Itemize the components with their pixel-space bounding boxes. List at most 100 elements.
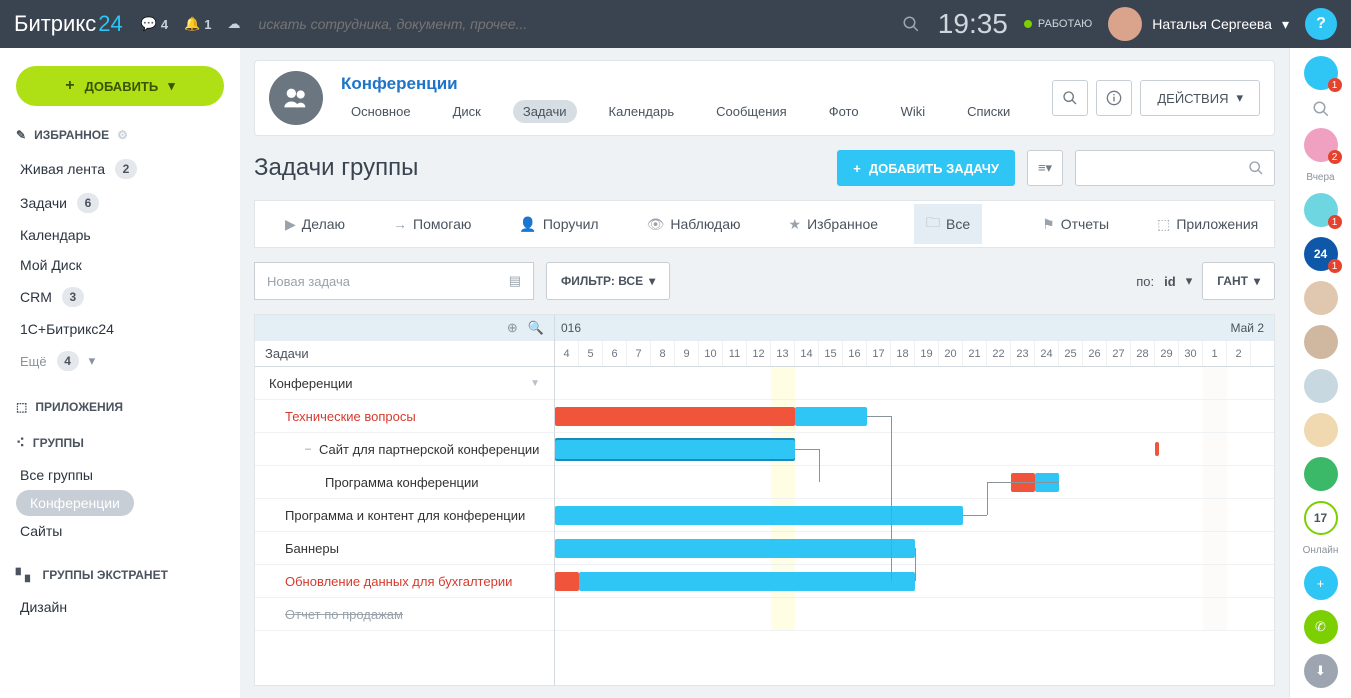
gantt-task-row[interactable]: Отчет по продажам: [255, 598, 554, 631]
search-icon[interactable]: [902, 15, 920, 33]
task-tab-icon: →: [393, 216, 407, 232]
filter-button[interactable]: ФИЛЬТР: ВСЕ▾: [546, 262, 670, 300]
rail-more-icon[interactable]: [1304, 457, 1338, 491]
nav-more[interactable]: Ещё 4 ▾: [16, 344, 224, 378]
group-tab[interactable]: Задачи: [513, 100, 577, 123]
sort-button[interactable]: ≡▾: [1027, 150, 1063, 186]
gantt-body[interactable]: [555, 367, 1274, 631]
rail-contact[interactable]: [1304, 369, 1338, 403]
logo[interactable]: Битрикс 24: [14, 11, 123, 37]
rail-contact[interactable]: [1304, 325, 1338, 359]
user-name: Наталья Сергеева: [1152, 16, 1272, 32]
rail-call-button[interactable]: ✆: [1304, 610, 1338, 644]
task-tab[interactable]: ★Избранное: [777, 208, 891, 241]
search-icon[interactable]: 🔍: [528, 320, 544, 336]
task-search[interactable]: [1075, 150, 1275, 186]
group-search-button[interactable]: [1052, 80, 1088, 116]
group-info-button[interactable]: [1096, 80, 1132, 116]
group-tab[interactable]: Основное: [341, 100, 421, 123]
chat-icon[interactable]: 💬 4: [141, 16, 168, 32]
gantt-bar[interactable]: [555, 407, 795, 426]
view-label: ГАНТ: [1217, 274, 1248, 288]
group-tab[interactable]: Сообщения: [706, 100, 797, 123]
new-task-input[interactable]: Новая задача ▤: [254, 262, 534, 300]
rail-contact[interactable]: 1: [1304, 193, 1338, 227]
gantt-bar[interactable]: [795, 407, 867, 426]
gantt-bar[interactable]: [555, 440, 795, 459]
gantt-bar[interactable]: [555, 506, 963, 525]
gantt-task-row[interactable]: Технические вопросы: [255, 400, 554, 433]
group-tab[interactable]: Фото: [819, 100, 869, 123]
sidebar-item-label: CRM: [20, 289, 52, 305]
chevron-down-icon[interactable]: ▼: [530, 378, 540, 389]
rail-b24[interactable]: 241: [1304, 237, 1338, 271]
gantt-day: 4: [555, 341, 579, 366]
add-task-button[interactable]: +ДОБАВИТЬ ЗАДАЧУ: [837, 150, 1015, 186]
sidebar-item[interactable]: Задачи6: [16, 186, 224, 220]
work-status[interactable]: РАБОТАЮ: [1024, 18, 1092, 30]
task-tab[interactable]: ▶Делаю: [273, 208, 357, 241]
task-tab[interactable]: 👤Поручил: [507, 208, 610, 241]
sidebar-item[interactable]: Календарь: [16, 220, 224, 250]
group-tab[interactable]: Диск: [443, 100, 491, 123]
group-tab[interactable]: Календарь: [599, 100, 685, 123]
gantt-bar[interactable]: [555, 539, 915, 558]
sidebar-item-label: Календарь: [20, 227, 91, 243]
gantt-task-row[interactable]: –Сайт для партнерской конференции: [255, 433, 554, 466]
gantt-link: [963, 515, 987, 516]
task-tab-label: Избранное: [807, 216, 878, 232]
task-tab-icon: 🗀: [926, 212, 940, 236]
nav-head-label: ИЗБРАННОЕ: [34, 128, 109, 142]
gantt-task-row[interactable]: Баннеры: [255, 532, 554, 565]
sidebar-item[interactable]: 1С+Битрикс24: [16, 314, 224, 344]
task-tab[interactable]: ⚑Отчеты: [1030, 208, 1121, 241]
sidebar-item[interactable]: Мой Диск: [16, 250, 224, 280]
rail-download-button[interactable]: ⬇: [1304, 654, 1338, 688]
rail-contact[interactable]: 2: [1304, 128, 1338, 162]
task-tab-icon: ▶: [285, 216, 296, 233]
bell-icon[interactable]: 🔔 1: [184, 16, 211, 32]
task-tab-label: Отчеты: [1061, 216, 1109, 232]
gantt-task-row[interactable]: Обновление данных для бухгалтерии: [255, 565, 554, 598]
sidebar-group-item[interactable]: Все группы: [16, 460, 224, 490]
group-tab[interactable]: Списки: [957, 100, 1020, 123]
sort-by-value[interactable]: id: [1164, 274, 1176, 289]
view-button[interactable]: ГАНТ▾: [1202, 262, 1275, 300]
group-title[interactable]: Конференции: [341, 74, 1034, 94]
search-input[interactable]: [259, 16, 888, 32]
gantt-task-row[interactable]: Конференции ▼: [255, 367, 554, 400]
sidebar-group-item[interactable]: Сайты: [16, 516, 224, 546]
task-tab[interactable]: ⬚Приложения: [1145, 208, 1270, 241]
cube-icon: ⬚: [16, 400, 27, 414]
add-button[interactable]: + ДОБАВИТЬ ▾: [16, 66, 224, 106]
sidebar-group-item[interactable]: Конференции: [16, 490, 134, 516]
sidebar-item[interactable]: Живая лента2: [16, 152, 224, 186]
gantt-day: 18: [891, 341, 915, 366]
gantt-task-label: Программа конференции: [325, 475, 479, 490]
rail-search-icon[interactable]: [1312, 100, 1330, 118]
task-tab[interactable]: 👁Наблюдаю: [635, 208, 753, 241]
rail-online[interactable]: 17: [1304, 501, 1338, 535]
group-actions-button[interactable]: ДЕЙСТВИЯ▾: [1140, 80, 1260, 116]
gear-icon[interactable]: ⚙: [117, 128, 128, 142]
help-button[interactable]: ?: [1305, 8, 1337, 40]
form-icon[interactable]: ▤: [509, 273, 521, 289]
user-menu[interactable]: Наталья Сергеева ▾: [1108, 7, 1289, 41]
task-tab[interactable]: 🗀Все: [914, 204, 982, 244]
gantt-task-label: Конференции: [269, 376, 353, 391]
gantt-bar[interactable]: [579, 572, 915, 591]
group-tab[interactable]: Wiki: [891, 100, 936, 123]
expand-icon[interactable]: –: [305, 443, 319, 455]
rail-contact[interactable]: [1304, 413, 1338, 447]
task-tab[interactable]: →Помогаю: [381, 208, 483, 240]
gantt-task-row[interactable]: Программа конференции: [255, 466, 554, 499]
rail-add-button[interactable]: +: [1304, 566, 1338, 600]
gantt-bar[interactable]: [555, 572, 579, 591]
rail-contact[interactable]: [1304, 281, 1338, 315]
cloud-icon[interactable]: ☁: [228, 16, 241, 32]
zoom-icon[interactable]: ⊕: [507, 320, 518, 336]
rail-bell-icon[interactable]: 1: [1304, 56, 1338, 90]
sidebar-extranet-item[interactable]: Дизайн: [16, 592, 224, 622]
gantt-task-row[interactable]: Программа и контент для конференции: [255, 499, 554, 532]
sidebar-item[interactable]: CRM3: [16, 280, 224, 314]
